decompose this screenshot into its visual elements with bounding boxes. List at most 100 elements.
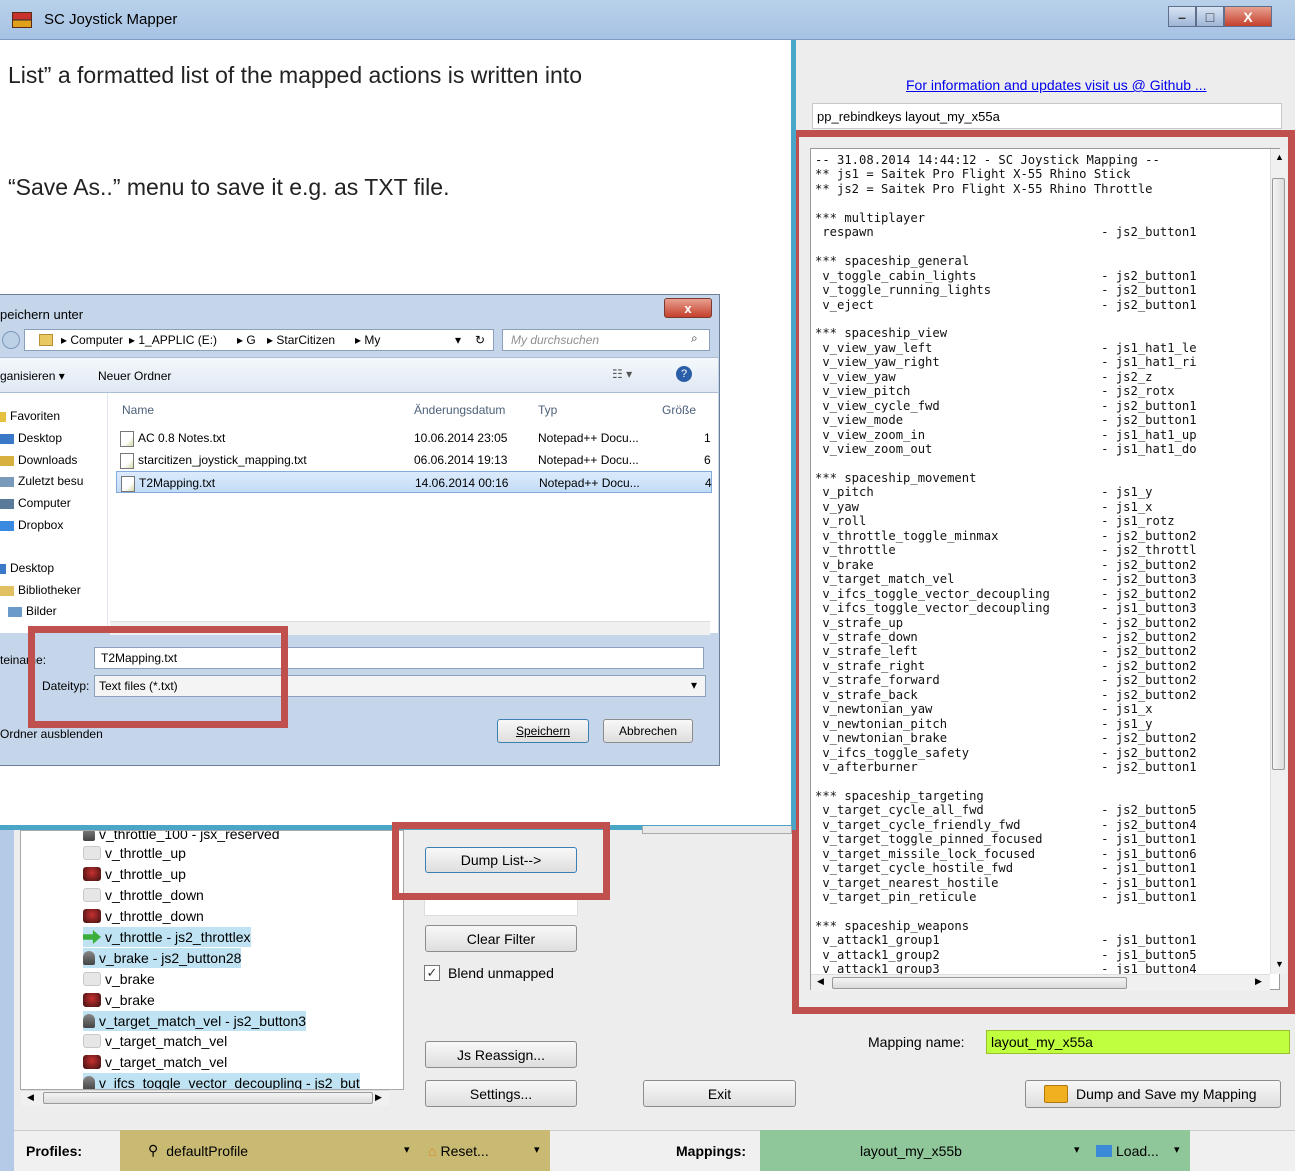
libraries-icon — [0, 585, 14, 596]
action-tree[interactable]: v_throttle_100 - jsx_reserved v_throttle… — [20, 830, 404, 1090]
nav-item-pictures[interactable]: Bilder — [8, 604, 57, 618]
tree-item[interactable]: v_throttle_up — [83, 843, 186, 863]
blend-unmapped-label: Blend unmapped — [448, 965, 554, 981]
js-reassign-button[interactable]: Js Reassign... — [425, 1041, 577, 1068]
mapping-name-label: Mapping name: — [868, 1034, 965, 1050]
dialog-search-input[interactable]: My durchsuchen ⌕ — [502, 329, 710, 351]
tree-item[interactable]: v_target_match_vel — [83, 1052, 227, 1072]
column-size[interactable]: Größe — [662, 403, 696, 417]
address-segment[interactable]: StarCitizen — [276, 333, 335, 347]
highlight-box-filename — [28, 626, 288, 728]
refresh-icon[interactable]: ↻ — [475, 333, 485, 347]
reset-button[interactable]: ⌂ Reset... ▾ — [420, 1130, 550, 1171]
mapping-dropdown[interactable]: layout_my_x55b ▾ — [760, 1130, 1090, 1171]
view-options-icon[interactable]: ☷ ▾ — [612, 367, 632, 381]
address-segment[interactable]: My — [364, 333, 380, 347]
callout-text-1: List” a formatted list of the mapped act… — [8, 62, 582, 88]
minimize-button[interactable]: – — [1168, 6, 1196, 27]
tree-item-mapped[interactable]: v_brake - js2_button28 — [83, 948, 242, 968]
window-title: SC Joystick Mapper — [44, 11, 178, 28]
nav-item-desktop-2[interactable]: Desktop — [0, 561, 54, 575]
nav-item-downloads[interactable]: Downloads — [0, 453, 77, 467]
star-icon — [0, 411, 6, 422]
tree-item-mapped[interactable]: v_ifcs_toggle_vector_decoupling - js2_bu… — [83, 1073, 360, 1089]
keyboard-icon — [83, 1034, 101, 1048]
nav-item-libraries[interactable]: Bibliotheker — [0, 583, 81, 597]
title-bar: SC Joystick Mapper – □ X — [0, 0, 1295, 40]
column-type[interactable]: Typ — [538, 403, 557, 417]
help-icon[interactable]: ? — [676, 366, 692, 382]
column-name[interactable]: Name — [122, 403, 154, 417]
dialog-save-button[interactable]: Speichern — [497, 719, 589, 743]
dialog-close-button[interactable]: x — [664, 298, 712, 318]
desktop-icon — [0, 563, 6, 574]
tree-item[interactable]: v_brake — [83, 969, 155, 989]
tree-horizontal-scrollbar[interactable]: ◀ ▶ — [21, 1090, 389, 1106]
hide-folders-toggle[interactable]: Ordner ausblenden — [0, 727, 103, 741]
keyboard-icon — [83, 972, 101, 986]
tree-item[interactable]: v_brake — [83, 990, 155, 1010]
nav-item-recent[interactable]: Zuletzt besu — [0, 474, 83, 488]
tree-item[interactable]: v_throttle_up — [83, 864, 186, 884]
organize-menu[interactable]: ganisieren ▾ — [0, 369, 65, 383]
keyboard-icon — [83, 846, 101, 860]
scroll-left-icon[interactable]: ◀ — [27, 1092, 34, 1103]
dialog-toolbar: ganisieren ▾ Neuer Ordner ☷ ▾ ? — [0, 357, 718, 393]
folder-icon — [39, 334, 53, 346]
tree-item-mapped[interactable]: v_throttle - js2_throttlex — [83, 927, 251, 947]
tree-item[interactable]: v_throttle_down — [83, 885, 204, 905]
search-icon: ⌕ — [691, 331, 698, 345]
load-button[interactable]: Load... ▾ — [1090, 1130, 1190, 1171]
joystick-icon — [83, 951, 95, 965]
keyboard-icon — [83, 888, 101, 902]
address-segment[interactable]: G — [246, 333, 255, 347]
clear-filter-button[interactable]: Clear Filter — [425, 925, 577, 952]
gamepad-icon — [83, 993, 101, 1007]
column-date[interactable]: Änderungsdatum — [414, 403, 505, 417]
text-file-icon — [120, 431, 134, 447]
settings-button[interactable]: Settings... — [425, 1080, 577, 1107]
gamepad-icon — [83, 1055, 101, 1069]
nav-item-favorites[interactable]: Favoriten — [0, 409, 60, 423]
close-window-button[interactable]: X — [1224, 6, 1272, 27]
text-file-icon — [120, 453, 134, 469]
recent-icon — [0, 476, 14, 487]
dropdown-icon[interactable]: ▾ — [455, 333, 461, 347]
joystick-icon — [83, 831, 95, 841]
rebind-command-field[interactable]: pp_rebindkeys layout_my_x55a — [812, 103, 1282, 129]
dialog-cancel-button[interactable]: Abbrechen — [603, 719, 693, 743]
dump-save-mapping-button[interactable]: Dump and Save my Mapping — [1025, 1080, 1281, 1108]
nav-item-computer[interactable]: Computer — [0, 496, 71, 510]
tree-item[interactable]: v_throttle_100 - jsx_reserved — [83, 831, 280, 844]
address-segment[interactable]: Computer — [70, 333, 123, 347]
computer-icon — [0, 498, 14, 509]
folder-icon — [1096, 1144, 1112, 1157]
chevron-down-icon: ▾ — [691, 678, 698, 692]
new-folder-button[interactable]: Neuer Ordner — [98, 369, 171, 383]
tree-item[interactable]: v_throttle_down — [83, 906, 204, 926]
joystick-icon: ⚲ — [148, 1142, 159, 1158]
file-row-selected[interactable]: T2Mapping.txt 14.06.2014 00:16 Notepad++… — [116, 471, 712, 493]
exit-button[interactable]: Exit — [643, 1080, 796, 1107]
joystick-icon — [83, 1014, 95, 1028]
address-segment[interactable]: 1_APPLIC (E:) — [138, 333, 217, 347]
mapping-name-input[interactable]: layout_my_x55a — [986, 1030, 1290, 1054]
home-icon: ⌂ — [428, 1142, 437, 1159]
nav-item-desktop[interactable]: Desktop — [0, 431, 62, 445]
callout-text-2: “Save As..” menu to save it e.g. as TXT … — [8, 174, 450, 200]
nav-item-dropbox[interactable]: Dropbox — [0, 518, 63, 532]
back-icon[interactable] — [2, 331, 20, 349]
address-bar[interactable]: ▸ Computer ▸ 1_APPLIC (E:) ▸ G ▸ StarCit… — [24, 329, 494, 351]
file-row[interactable]: AC 0.8 Notes.txt 10.06.2014 23:05 Notepa… — [116, 427, 712, 449]
file-row[interactable]: starcitizen_joystick_mapping.txt 06.06.2… — [116, 449, 712, 471]
github-link[interactable]: For information and updates visit us @ G… — [906, 77, 1207, 93]
tree-scroll-thumb[interactable] — [43, 1092, 373, 1104]
arrow-icon — [83, 930, 101, 944]
dialog-file-list: Name Änderungsdatum Typ Größe AC 0.8 Not… — [110, 393, 716, 633]
scroll-right-icon[interactable]: ▶ — [375, 1092, 382, 1103]
tree-item[interactable]: v_target_match_vel — [83, 1031, 227, 1051]
blend-unmapped-checkbox[interactable]: ✓ — [424, 965, 440, 981]
maximize-button[interactable]: □ — [1196, 6, 1224, 27]
profile-dropdown[interactable]: ⚲ defaultProfile ▾ — [120, 1130, 420, 1171]
tree-item-mapped[interactable]: v_target_match_vel - js2_button3 — [83, 1011, 307, 1031]
